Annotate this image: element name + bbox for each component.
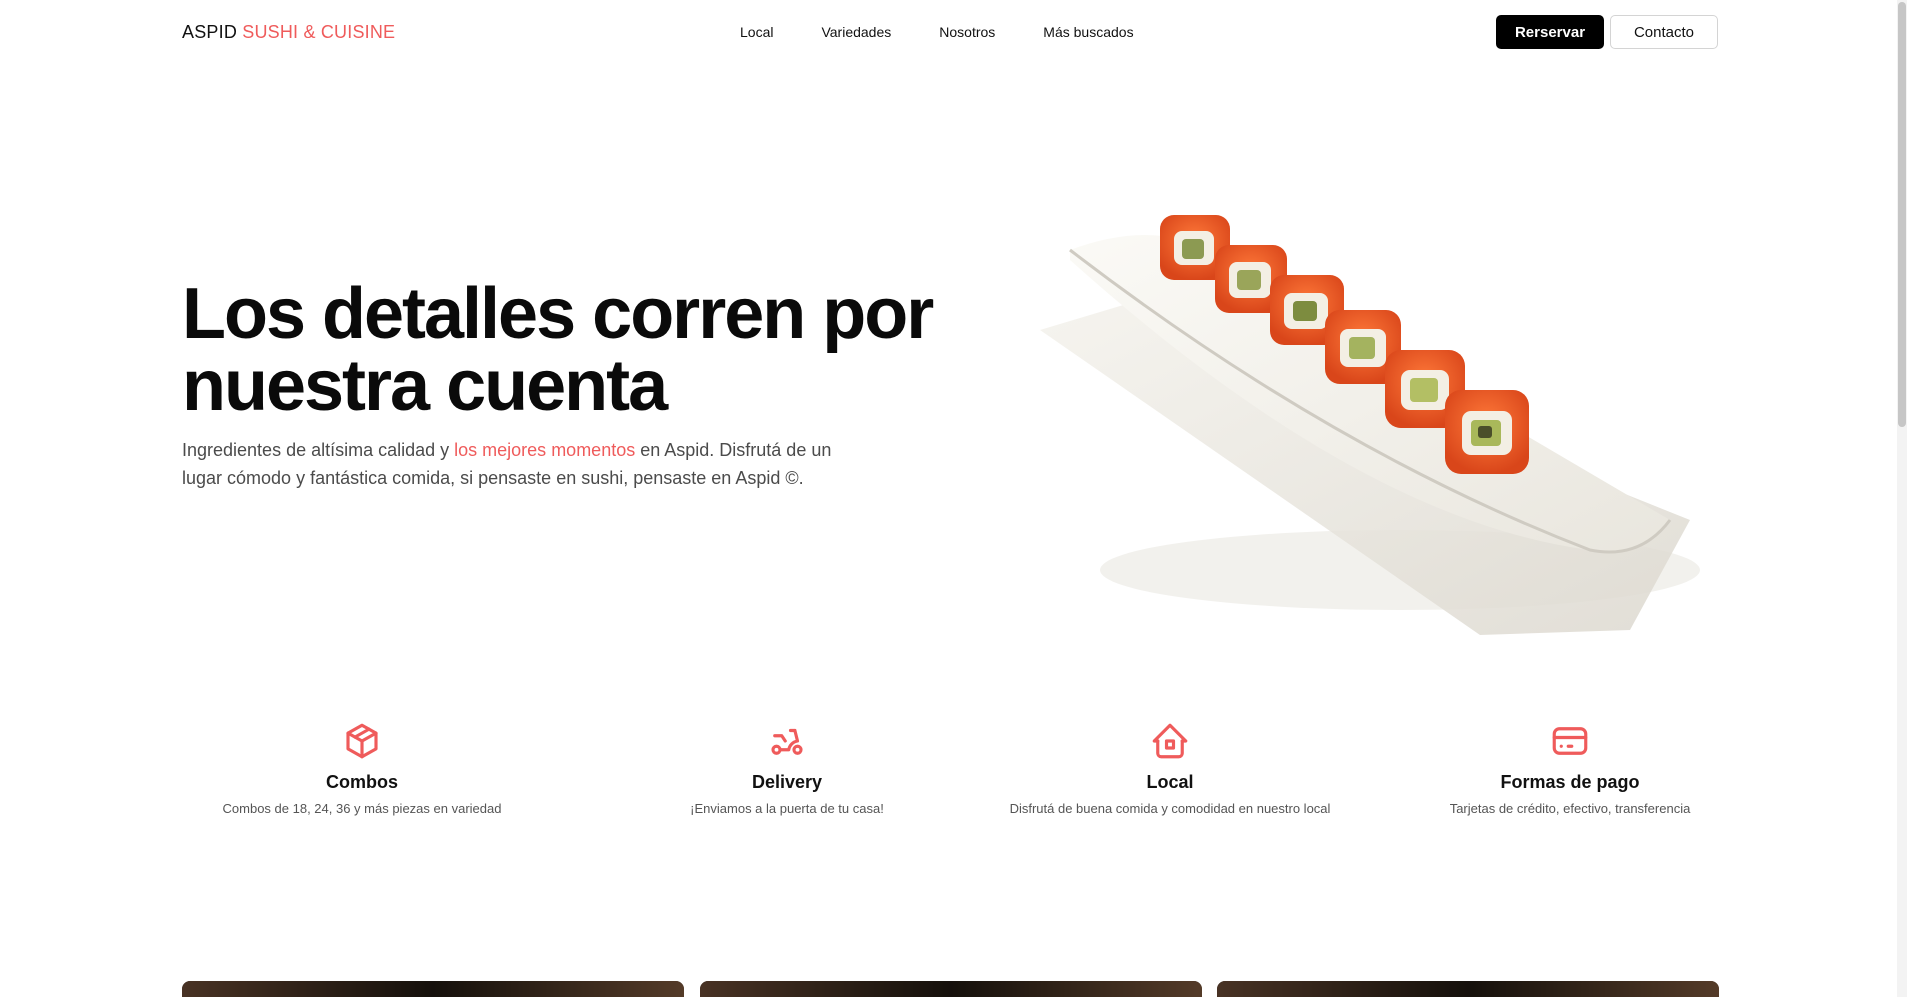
feature-title: Delivery xyxy=(751,772,823,792)
scrollbar-thumb[interactable] xyxy=(1898,2,1906,427)
sushi-plate-image xyxy=(1040,215,1700,635)
gallery-card-3[interactable] xyxy=(1217,981,1719,997)
page-scrollbar[interactable] xyxy=(1897,0,1907,997)
brand-logo[interactable]: ASPID SUSHI & CUISINE xyxy=(182,22,395,43)
feature-title: Formas de pago xyxy=(1500,772,1640,792)
feature-description: Tarjetas de crédito, efectivo, transfere… xyxy=(1449,801,1691,816)
feature-local: Local Disfrutá de buena comida y comodid… xyxy=(990,720,1350,816)
hero-title-line2: nuestra cuenta xyxy=(182,346,668,426)
page: ASPID SUSHI & CUISINE Local Variedades N… xyxy=(0,0,1907,997)
top-nav: ASPID SUSHI & CUISINE Local Variedades N… xyxy=(182,14,1718,50)
feature-description: Disfrutá de buena comida y comodidad en … xyxy=(1009,801,1331,816)
scooter-icon xyxy=(771,728,803,755)
nav-link-mas-buscados[interactable]: Más buscados xyxy=(1043,24,1133,40)
gallery-card-1[interactable] xyxy=(182,981,684,997)
brand-tagline: SUSHI & CUISINE xyxy=(242,22,396,42)
nav-link-variedades[interactable]: Variedades xyxy=(821,24,891,40)
gallery-card-2[interactable] xyxy=(700,981,1202,997)
nav-link-nosotros[interactable]: Nosotros xyxy=(939,24,995,40)
hero-title-line1: Los detalles corren por xyxy=(182,274,934,354)
box-icon xyxy=(346,723,378,759)
feature-formas-de-pago: Formas de pago Tarjetas de crédito, efec… xyxy=(1390,720,1750,816)
home-icon xyxy=(1152,723,1188,759)
feature-description: ¡Enviamos a la puerta de tu casa! xyxy=(690,801,884,816)
feature-delivery: Delivery ¡Enviamos a la puerta de tu cas… xyxy=(607,720,967,816)
contact-button[interactable]: Contacto xyxy=(1610,15,1718,49)
hero-sub-highlight: los mejores momentos xyxy=(454,440,636,460)
hero-title: Los detalles corren por nuestra cuenta xyxy=(182,278,942,422)
feature-combos: Combos Combos de 18, 24, 36 y más piezas… xyxy=(182,720,542,816)
reserve-button[interactable]: Rerservar xyxy=(1496,15,1604,49)
nav-links: Local Variedades Nosotros Más buscados xyxy=(740,24,1134,40)
feature-title: Combos xyxy=(326,772,398,792)
feature-title: Local xyxy=(1146,772,1194,792)
nav-link-local[interactable]: Local xyxy=(740,24,773,40)
features-section: Combos Combos de 18, 24, 36 y más piezas… xyxy=(182,720,1718,830)
credit-card-icon xyxy=(1552,727,1588,755)
hero-sub-pre: Ingredientes de altísima calidad y xyxy=(182,440,455,460)
hero-subtitle: Ingredientes de altísima calidad y los m… xyxy=(182,436,862,492)
feature-description: Combos de 18, 24, 36 y más piezas en var… xyxy=(222,801,502,816)
brand-name: ASPID xyxy=(182,22,238,42)
